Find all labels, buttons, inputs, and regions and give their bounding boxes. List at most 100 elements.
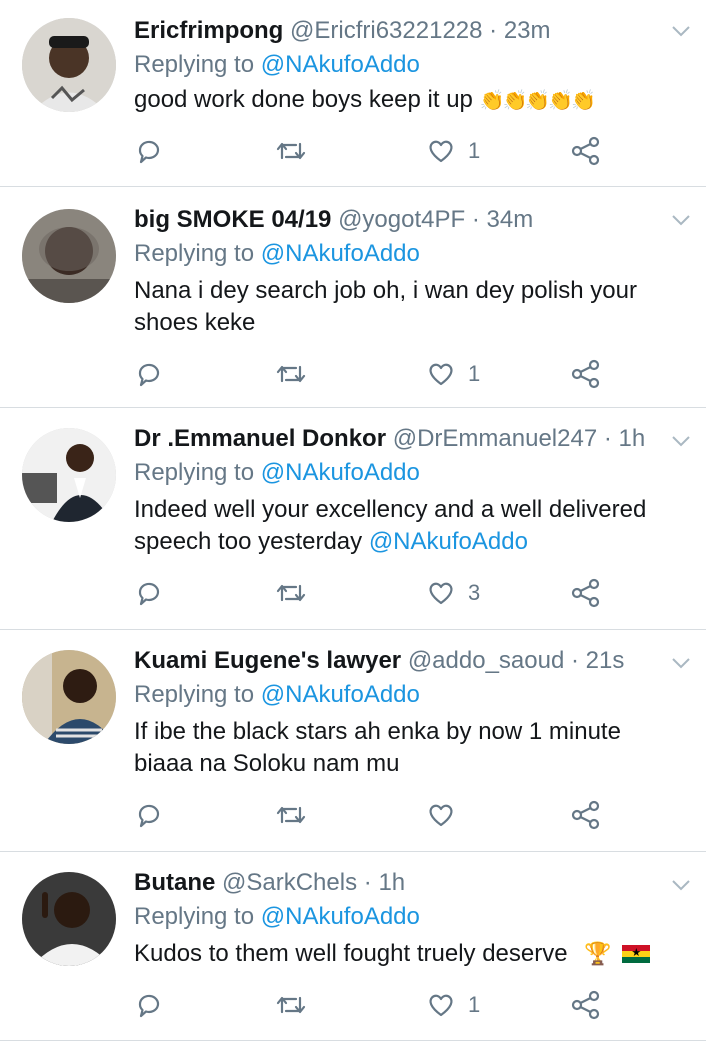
share-button[interactable]: [570, 800, 602, 830]
retweet-button[interactable]: [274, 136, 308, 166]
separator: ·: [603, 425, 612, 452]
replying-prefix: Replying to: [134, 459, 255, 486]
separator: ·: [471, 206, 480, 233]
trophy-emoji: 🏆: [584, 941, 612, 966]
like-button[interactable]: 3: [426, 578, 480, 608]
replying-to: Replying to @NAkufoAddo: [134, 458, 420, 488]
reply-button[interactable]: [134, 136, 164, 166]
separator: ·: [363, 869, 372, 896]
replying-prefix: Replying to: [134, 903, 255, 930]
emoji: 👏👏👏👏👏: [479, 90, 597, 112]
tweet-header: Ericfrimpong @Ericfri63221228 · 23m: [134, 16, 666, 46]
share-icon: [571, 578, 600, 608]
avatar[interactable]: [22, 650, 116, 744]
reply-button[interactable]: [134, 359, 164, 389]
timestamp[interactable]: 23m: [504, 17, 551, 44]
share-icon: [571, 800, 600, 830]
action-bar: 3: [134, 578, 614, 608]
display-name[interactable]: Kuami Eugene's lawyer: [134, 647, 401, 674]
reply-button[interactable]: [134, 578, 164, 608]
avatar[interactable]: [22, 18, 116, 112]
heart-icon: [429, 804, 453, 827]
retweet-button[interactable]: [274, 990, 308, 1020]
chevron-down-icon[interactable]: [670, 430, 692, 452]
avatar[interactable]: [22, 209, 116, 303]
retweet-icon: [276, 806, 306, 824]
mention-link[interactable]: @NAkufoAddo: [261, 240, 420, 267]
chevron-down-icon[interactable]: [670, 652, 692, 674]
replying-to: Replying to @NAkufoAddo: [134, 50, 420, 80]
avatar[interactable]: [22, 428, 116, 522]
tweet[interactable]: Kuami Eugene's lawyer @addo_saoud · 21s …: [0, 630, 706, 852]
reply-icon: [138, 363, 160, 387]
reply-feed: Ericfrimpong @Ericfri63221228 · 23m Repl…: [0, 0, 706, 1041]
display-name[interactable]: Dr .Emmanuel Donkor: [134, 425, 386, 452]
timestamp[interactable]: 21s: [586, 647, 625, 674]
replying-prefix: Replying to: [134, 51, 255, 78]
retweet-icon: [276, 584, 306, 602]
tweet[interactable]: Butane @SarkChels · 1h Replying to @NAku…: [0, 852, 706, 1041]
share-button[interactable]: [570, 578, 602, 608]
replying-prefix: Replying to: [134, 240, 255, 267]
tweet-header: big SMOKE 04/19 @yogot4PF · 34m: [134, 205, 666, 235]
replying-to: Replying to @NAkufoAddo: [134, 239, 420, 269]
handle[interactable]: @SarkChels: [222, 869, 357, 896]
tweet-text-content: good work done boys keep it up: [134, 86, 473, 113]
retweet-icon: [276, 996, 306, 1014]
reply-icon: [138, 804, 160, 828]
reply-button[interactable]: [134, 800, 164, 830]
mention-link[interactable]: @NAkufoAddo: [261, 903, 420, 930]
retweet-icon: [276, 142, 306, 160]
reply-icon: [138, 140, 160, 164]
tweet[interactable]: big SMOKE 04/19 @yogot4PF · 34m Replying…: [0, 187, 706, 408]
like-count: 1: [468, 138, 481, 163]
retweet-button[interactable]: [274, 578, 308, 608]
timestamp[interactable]: 34m: [487, 206, 534, 233]
action-bar: 1: [134, 990, 614, 1020]
replying-to: Replying to @NAkufoAddo: [134, 902, 420, 932]
mention-link[interactable]: @NAkufoAddo: [261, 681, 420, 708]
tweet[interactable]: Dr .Emmanuel Donkor @DrEmmanuel247 · 1h …: [0, 408, 706, 630]
handle[interactable]: @yogot4PF: [338, 206, 465, 233]
heart-icon: [429, 363, 453, 386]
timestamp[interactable]: 1h: [619, 425, 646, 452]
retweet-icon: [276, 365, 306, 383]
tweet-text: Indeed well your excellency and a well d…: [134, 494, 674, 558]
reply-button[interactable]: [134, 990, 164, 1020]
share-button[interactable]: [570, 990, 602, 1020]
chevron-down-icon[interactable]: [670, 20, 692, 42]
retweet-button[interactable]: [274, 359, 308, 389]
like-button[interactable]: [426, 800, 468, 830]
display-name[interactable]: big SMOKE 04/19: [134, 206, 331, 233]
share-button[interactable]: [570, 136, 602, 166]
tweet-text: If ibe the black stars ah enka by now 1 …: [134, 718, 621, 777]
mention-link[interactable]: @NAkufoAddo: [261, 459, 420, 486]
avatar[interactable]: [22, 872, 116, 966]
heart-icon: [429, 994, 453, 1017]
timestamp[interactable]: 1h: [378, 869, 405, 896]
replying-to: Replying to @NAkufoAddo: [134, 680, 420, 710]
mention-link[interactable]: @NAkufoAddo: [261, 51, 420, 78]
share-button[interactable]: [570, 359, 602, 389]
handle[interactable]: @Ericfri63221228: [290, 17, 482, 44]
mention-link[interactable]: @NAkufoAddo: [369, 528, 528, 555]
reply-icon: [138, 582, 160, 606]
tweet[interactable]: Ericfrimpong @Ericfri63221228 · 23m Repl…: [0, 0, 706, 187]
handle[interactable]: @DrEmmanuel247: [393, 425, 597, 452]
heart-icon: [429, 582, 453, 605]
display-name[interactable]: Butane: [134, 869, 215, 896]
chevron-down-icon[interactable]: [670, 209, 692, 231]
action-bar: 1: [134, 359, 614, 389]
handle[interactable]: @addo_saoud: [408, 647, 565, 674]
like-button[interactable]: 1: [426, 990, 480, 1020]
like-count: 1: [468, 992, 481, 1017]
retweet-button[interactable]: [274, 800, 308, 830]
display-name[interactable]: Ericfrimpong: [134, 17, 283, 44]
like-count: 3: [468, 580, 481, 605]
like-button[interactable]: 1: [426, 136, 480, 166]
chevron-down-icon[interactable]: [670, 874, 692, 896]
reply-icon: [138, 994, 160, 1018]
action-bar: 1: [134, 136, 614, 166]
like-button[interactable]: 1: [426, 359, 480, 389]
tweet-header: Kuami Eugene's lawyer @addo_saoud · 21s: [134, 646, 666, 676]
